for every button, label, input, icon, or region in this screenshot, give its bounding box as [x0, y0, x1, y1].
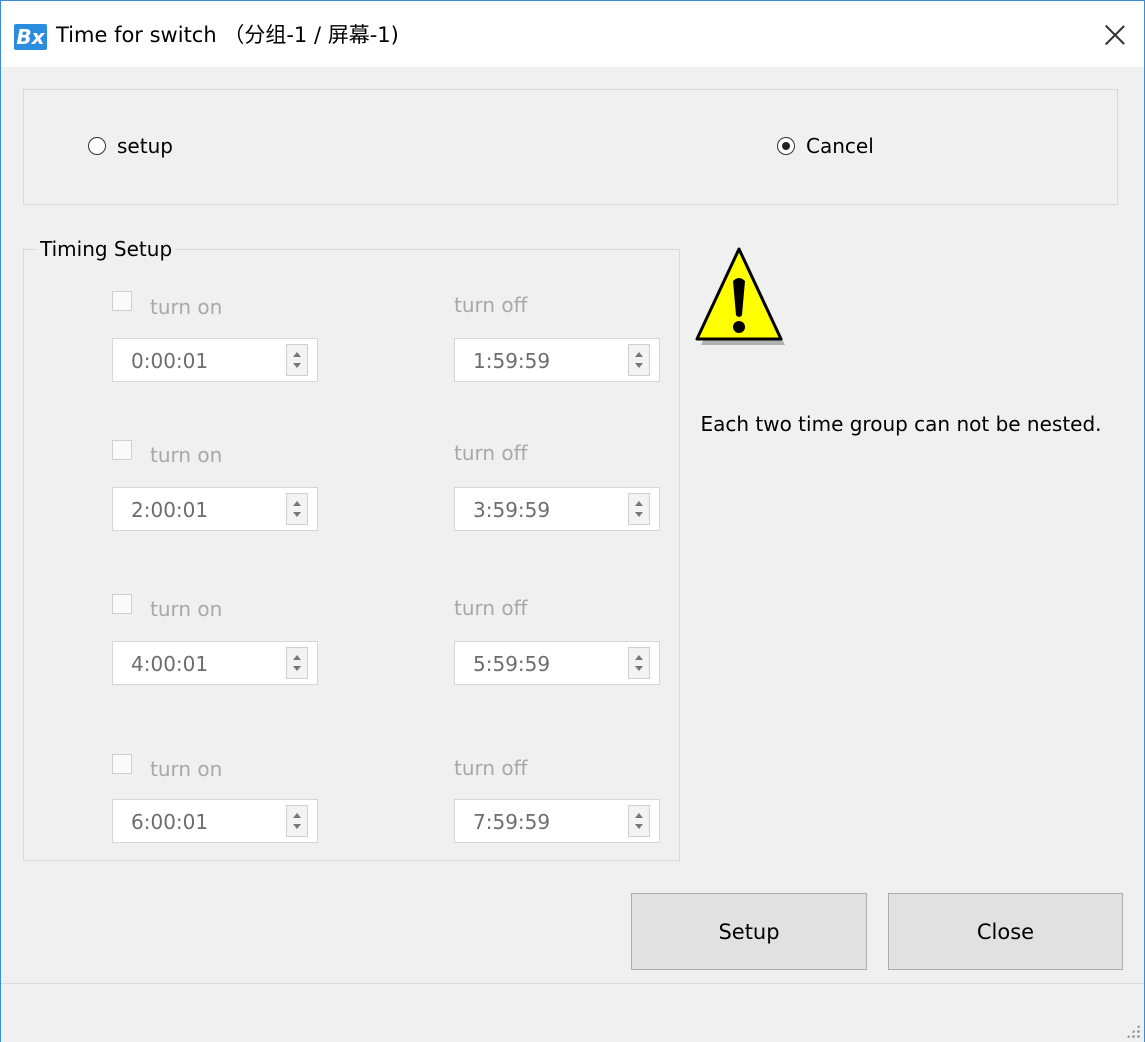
spin-arrows-icon[interactable]: [286, 805, 308, 837]
turn-on-time-input[interactable]: 0:00:01: [112, 338, 318, 382]
turn-on-time-input[interactable]: 4:00:01: [112, 641, 318, 685]
turn-on-time-input[interactable]: 6:00:01: [112, 799, 318, 843]
turn-on-time-value: 4:00:01: [131, 652, 209, 676]
app-logo-icon: Bx: [14, 24, 47, 50]
turn-off-time-input[interactable]: 7:59:59: [454, 799, 660, 843]
turn-off-time-input[interactable]: 3:59:59: [454, 487, 660, 531]
time-group-row: turn on turn off 4:00:01 5:59:59: [24, 591, 679, 711]
turn-on-label: turn on: [150, 757, 223, 781]
time-group-checkbox[interactable]: [112, 754, 132, 774]
timing-setup-legend: Timing Setup: [37, 236, 176, 262]
time-group-row: turn on turn off 0:00:01 1:59:59: [24, 288, 679, 408]
spin-arrows-icon[interactable]: [286, 493, 308, 525]
radio-unchecked-icon: [88, 137, 106, 155]
setup-radio[interactable]: setup: [88, 134, 173, 158]
close-button[interactable]: Close: [888, 893, 1123, 970]
spin-arrows-icon[interactable]: [628, 805, 650, 837]
cancel-radio-label: Cancel: [806, 134, 874, 158]
turn-off-time-value: 7:59:59: [473, 810, 551, 834]
turn-on-time-input[interactable]: 2:00:01: [112, 487, 318, 531]
turn-on-time-value: 6:00:01: [131, 810, 209, 834]
mode-selection-group: setup Cancel: [23, 89, 1118, 205]
spin-arrows-icon[interactable]: [628, 493, 650, 525]
time-group-checkbox[interactable]: [112, 291, 132, 311]
resize-grip-icon[interactable]: [1126, 1024, 1140, 1038]
spin-arrows-icon[interactable]: [628, 647, 650, 679]
spin-arrows-icon[interactable]: [286, 647, 308, 679]
turn-off-time-value: 3:59:59: [473, 498, 551, 522]
setup-radio-label: setup: [117, 134, 173, 158]
cancel-radio[interactable]: Cancel: [777, 134, 874, 158]
title-bar: Bx Time for switch （分组-1 / 屏幕-1): [1, 1, 1144, 67]
turn-on-time-value: 2:00:01: [131, 498, 209, 522]
status-bar: [1, 983, 1144, 1042]
spin-arrows-icon[interactable]: [628, 344, 650, 376]
warning-icon: [695, 247, 785, 345]
turn-on-time-value: 0:00:01: [131, 349, 209, 373]
time-group-row: turn on turn off 6:00:01 7:59:59: [24, 751, 679, 871]
timing-setup-group: turn on turn off 0:00:01 1:59:59 turn on…: [23, 249, 680, 861]
time-group-checkbox[interactable]: [112, 440, 132, 460]
close-icon[interactable]: [1097, 19, 1133, 51]
turn-off-label: turn off: [454, 293, 528, 317]
turn-off-label: turn off: [454, 756, 528, 780]
notice-message: Each two time group can not be nested.: [700, 412, 1102, 436]
turn-on-label: turn on: [150, 295, 223, 319]
time-group-row: turn on turn off 2:00:01 3:59:59: [24, 437, 679, 557]
turn-off-time-value: 1:59:59: [473, 349, 551, 373]
turn-off-label: turn off: [454, 596, 528, 620]
turn-on-label: turn on: [150, 597, 223, 621]
setup-button[interactable]: Setup: [631, 893, 867, 970]
radio-checked-icon: [777, 137, 795, 155]
turn-off-time-input[interactable]: 1:59:59: [454, 338, 660, 382]
window-title: Time for switch （分组-1 / 屏幕-1): [56, 23, 399, 47]
turn-off-time-value: 5:59:59: [473, 652, 551, 676]
spin-arrows-icon[interactable]: [286, 344, 308, 376]
turn-off-time-input[interactable]: 5:59:59: [454, 641, 660, 685]
dialog-window: Bx Time for switch （分组-1 / 屏幕-1) setup C…: [0, 0, 1145, 1042]
turn-off-label: turn off: [454, 441, 528, 465]
turn-on-label: turn on: [150, 443, 223, 467]
time-group-checkbox[interactable]: [112, 594, 132, 614]
